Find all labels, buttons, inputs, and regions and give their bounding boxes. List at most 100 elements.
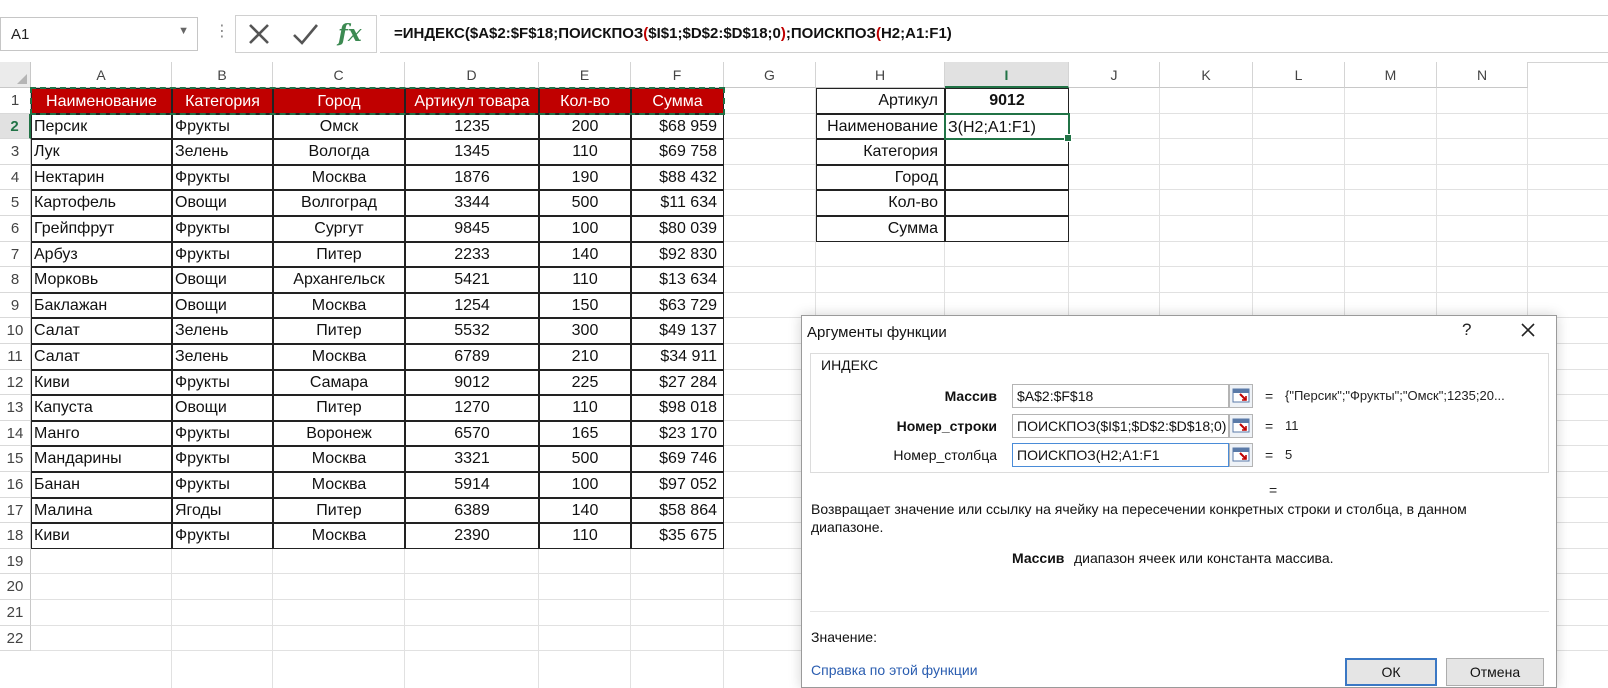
table-cell[interactable]: 9012 — [405, 370, 539, 396]
table-cell[interactable]: Архангельск — [273, 267, 405, 293]
row-header[interactable]: 10 — [0, 318, 31, 344]
column-header[interactable]: D — [405, 62, 539, 88]
table-cell[interactable]: Фрукты — [172, 446, 273, 472]
column-header[interactable]: E — [539, 62, 631, 88]
cancel-formula-button[interactable] — [240, 18, 280, 50]
row-header[interactable]: 20 — [0, 574, 31, 600]
table-cell[interactable]: Волгоград — [273, 190, 405, 216]
table-cell[interactable]: Зелень — [172, 318, 273, 344]
table-cell[interactable]: 5532 — [405, 318, 539, 344]
table-cell[interactable]: Баклажан — [31, 293, 172, 319]
table-cell[interactable]: Москва — [273, 523, 405, 549]
table-cell[interactable]: Морковь — [31, 267, 172, 293]
table-cell[interactable]: $13 634 — [631, 267, 724, 293]
table-cell[interactable]: $58 864 — [631, 498, 724, 524]
table-cell[interactable]: 6389 — [405, 498, 539, 524]
table-cell[interactable]: Питер — [273, 318, 405, 344]
row-header[interactable]: 8 — [0, 267, 31, 293]
table-cell[interactable]: Салат — [31, 318, 172, 344]
table-cell[interactable]: Овощи — [172, 293, 273, 319]
cancel-button[interactable]: Отмена — [1446, 658, 1544, 686]
row-header[interactable]: 5 — [0, 190, 31, 216]
table-cell[interactable]: $88 432 — [631, 165, 724, 191]
table-cell[interactable]: 1254 — [405, 293, 539, 319]
table-cell[interactable]: Ягоды — [172, 498, 273, 524]
row-header[interactable]: 12 — [0, 369, 31, 396]
table-cell[interactable]: Питер — [273, 395, 405, 421]
table-cell[interactable]: Зелень — [172, 344, 273, 370]
table-cell[interactable]: Омск — [273, 114, 405, 140]
table-cell[interactable]: Москва — [273, 472, 405, 498]
table-cell[interactable]: 200 — [539, 114, 631, 140]
table-cell[interactable]: $69 758 — [631, 139, 724, 165]
table-header-cell[interactable]: Сумма — [631, 88, 724, 114]
table-cell[interactable]: 210 — [539, 344, 631, 370]
formula-input[interactable]: =ИНДЕКС($A$2:$F$18;ПОИСКПОЗ($I$1;$D$2:$D… — [380, 15, 1608, 53]
table-cell[interactable]: Фрукты — [172, 523, 273, 549]
article-value-cell[interactable]: 9012 — [945, 88, 1069, 114]
table-cell[interactable]: 140 — [539, 498, 631, 524]
table-cell[interactable]: Москва — [273, 446, 405, 472]
table-cell[interactable]: 5914 — [405, 472, 539, 498]
table-cell[interactable]: Салат — [31, 344, 172, 370]
lookup-label[interactable]: Категория — [816, 139, 945, 165]
lookup-label[interactable]: Город — [816, 165, 945, 191]
table-cell[interactable]: 2390 — [405, 523, 539, 549]
table-cell[interactable]: 1876 — [405, 165, 539, 191]
table-cell[interactable]: Питер — [273, 242, 405, 268]
column-header[interactable]: F — [631, 62, 724, 88]
help-link[interactable]: Справка по этой функции — [811, 662, 978, 678]
table-cell[interactable]: Фрукты — [172, 165, 273, 191]
table-cell[interactable]: $35 675 — [631, 523, 724, 549]
table-cell[interactable]: $98 018 — [631, 395, 724, 421]
collapse-dialog-button[interactable] — [1229, 384, 1253, 408]
table-cell[interactable]: 100 — [539, 216, 631, 242]
table-cell[interactable]: $97 052 — [631, 472, 724, 498]
insert-function-button[interactable]: fx — [332, 18, 372, 50]
table-header-cell[interactable]: Кол-во — [539, 88, 631, 114]
table-cell[interactable]: Зелень — [172, 139, 273, 165]
table-cell[interactable]: Картофель — [31, 190, 172, 216]
table-cell[interactable]: Фрукты — [172, 472, 273, 498]
column-header[interactable]: N — [1437, 62, 1528, 88]
name-box[interactable]: A1 ▼ — [0, 17, 198, 51]
table-cell[interactable]: 6789 — [405, 344, 539, 370]
table-cell[interactable]: Фрукты — [172, 216, 273, 242]
table-cell[interactable]: Воронеж — [273, 421, 405, 447]
row-header[interactable]: 14 — [0, 420, 31, 447]
table-cell[interactable]: Москва — [273, 344, 405, 370]
argument-input[interactable]: ПОИСКПОЗ(H2;A1:F1 — [1012, 443, 1229, 467]
table-cell[interactable]: Лук — [31, 139, 172, 165]
table-cell[interactable]: 2233 — [405, 242, 539, 268]
table-cell[interactable]: 500 — [539, 190, 631, 216]
lookup-label[interactable]: Наименование — [816, 114, 945, 140]
row-header[interactable]: 17 — [0, 497, 31, 524]
table-cell[interactable]: Персик — [31, 114, 172, 140]
column-header[interactable]: K — [1160, 62, 1253, 88]
table-cell[interactable]: 5421 — [405, 267, 539, 293]
table-cell[interactable]: $92 830 — [631, 242, 724, 268]
active-cell[interactable]: З(H2;A1:F1) — [944, 112, 1072, 142]
table-cell[interactable]: Малина — [31, 498, 172, 524]
table-cell[interactable]: 1270 — [405, 395, 539, 421]
column-header[interactable]: B — [172, 62, 273, 88]
row-header[interactable]: 22 — [0, 625, 31, 652]
column-header[interactable]: M — [1345, 62, 1437, 88]
table-cell[interactable]: $27 284 — [631, 370, 724, 396]
argument-input[interactable]: ПОИСКПОЗ($I$1;$D$2:$D$18;0) — [1012, 414, 1229, 438]
table-cell[interactable]: Фрукты — [172, 421, 273, 447]
row-header[interactable]: 21 — [0, 600, 31, 626]
table-cell[interactable]: Грейпфрут — [31, 216, 172, 242]
table-cell[interactable]: $23 170 — [631, 421, 724, 447]
argument-input[interactable]: $A$2:$F$18 — [1012, 384, 1229, 408]
table-cell[interactable]: 110 — [539, 395, 631, 421]
table-cell[interactable]: 165 — [539, 421, 631, 447]
collapse-dialog-button[interactable] — [1229, 414, 1253, 438]
column-header[interactable]: L — [1253, 62, 1345, 88]
table-cell[interactable]: 225 — [539, 370, 631, 396]
column-header[interactable]: G — [724, 62, 816, 88]
table-cell[interactable]: 300 — [539, 318, 631, 344]
table-header-cell[interactable]: Город — [273, 88, 405, 114]
table-cell[interactable]: 110 — [539, 267, 631, 293]
row-header[interactable]: 9 — [0, 292, 31, 319]
